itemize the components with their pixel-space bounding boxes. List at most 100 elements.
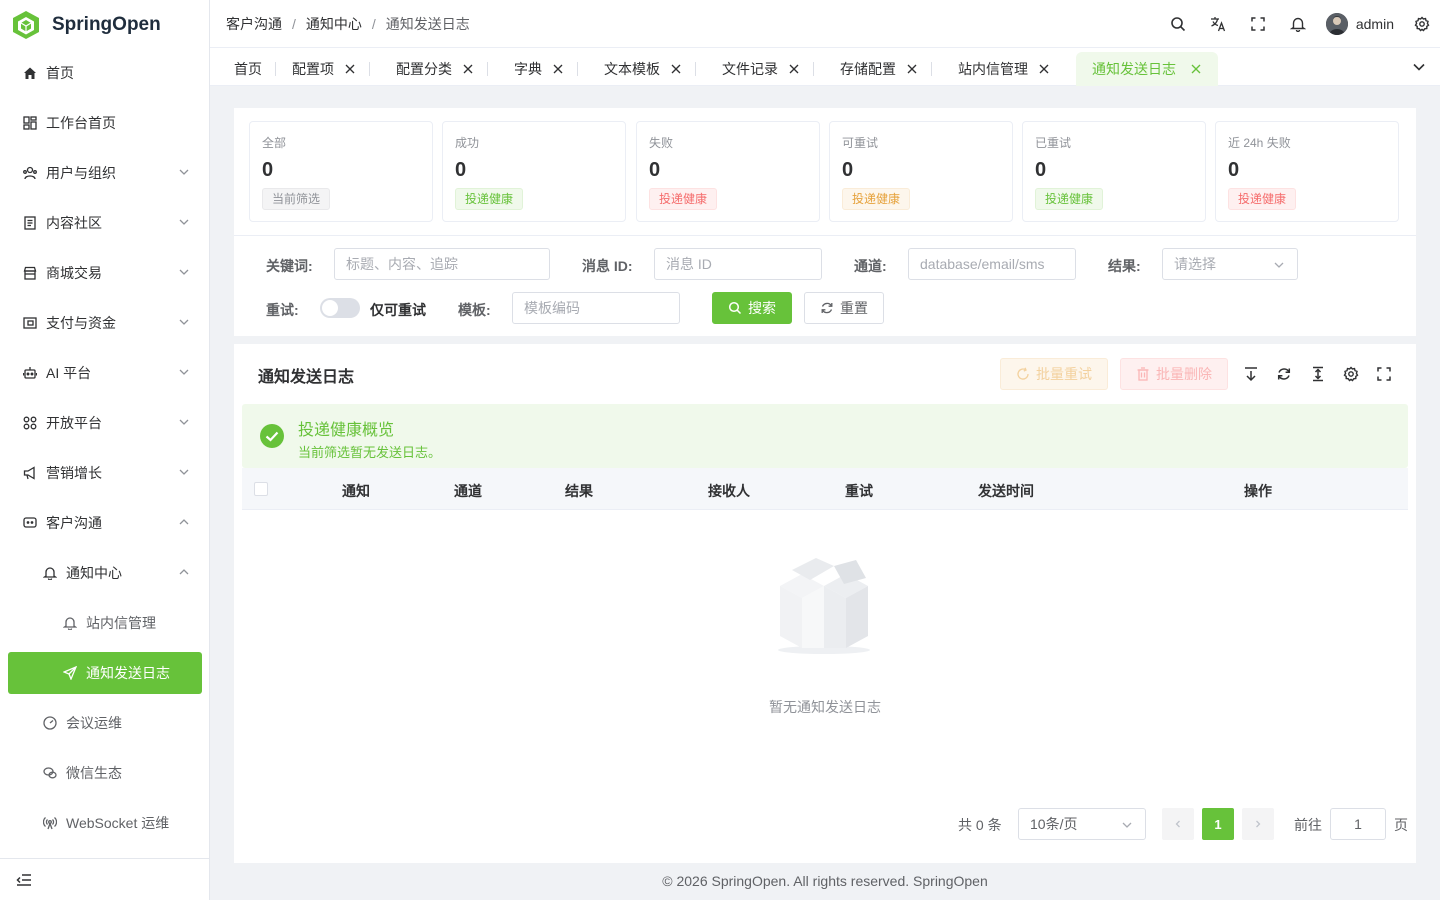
gear-icon[interactable] — [1343, 366, 1359, 382]
template-input[interactable] — [512, 292, 680, 324]
home-icon — [22, 65, 38, 81]
tab-inbox-manage[interactable]: 站内信管理 — [944, 52, 1064, 86]
close-icon[interactable] — [552, 63, 564, 75]
reset-button[interactable]: 重置 — [804, 292, 884, 324]
goto-page-input[interactable]: 1 — [1330, 808, 1386, 840]
tab-home[interactable]: 首页 — [220, 52, 276, 86]
collapse-icon — [16, 873, 31, 886]
search-button-label: 搜索 — [748, 300, 776, 316]
refresh-icon[interactable] — [1276, 366, 1292, 382]
chevron-down-icon — [1122, 822, 1132, 828]
column-header-recipient[interactable]: 接收人 — [708, 481, 750, 501]
fullscreen-button[interactable] — [1238, 0, 1278, 48]
sidebar-item-wechat[interactable]: 微信生态 — [0, 748, 210, 798]
alert-description: 当前筛选暂无发送日志。 — [298, 445, 442, 460]
stat-label: 成功 — [455, 136, 480, 150]
batch-retry-button[interactable]: 批量重试 — [1000, 358, 1108, 390]
stat-label: 失败 — [649, 136, 674, 150]
close-icon[interactable] — [906, 63, 918, 75]
sidebar-item-websocket[interactable]: WebSocket 运维 — [0, 798, 210, 848]
close-icon[interactable] — [344, 63, 356, 75]
tab-label: 字典 — [514, 61, 542, 77]
page-number-current[interactable]: 1 — [1202, 808, 1234, 840]
page-size-value: 10条/页 — [1030, 816, 1078, 832]
select-all-checkbox[interactable] — [254, 482, 268, 496]
tabs-bar: 首页 配置项 配置分类 字典 文本模板 文件记录 存储配置 站内信管理 通知发送… — [210, 48, 1440, 86]
result-select[interactable]: 请选择 — [1162, 248, 1298, 280]
breadcrumb-current: 通知发送日志 — [385, 15, 470, 32]
next-page-button[interactable] — [1242, 808, 1274, 840]
close-icon[interactable] — [1190, 63, 1202, 75]
stat-tag: 投递健康 — [649, 188, 718, 210]
avatar — [1325, 13, 1348, 35]
column-header-actions: 操作 — [1244, 483, 1272, 499]
switch-knob — [322, 300, 338, 316]
keyword-input[interactable] — [334, 248, 550, 280]
sidebar-item-notify-log[interactable]: 通知发送日志 — [8, 652, 202, 694]
wallet-icon — [22, 315, 38, 331]
msgid-input[interactable] — [654, 248, 822, 280]
tab-file-record[interactable]: 文件记录 — [708, 52, 814, 86]
breadcrumb-item[interactable]: 通知中心 — [306, 14, 362, 34]
collapse-sidebar-button[interactable] — [0, 858, 210, 900]
search-button[interactable]: 搜索 — [712, 292, 792, 324]
stat-label: 近 24h 失败 — [1228, 136, 1291, 150]
channel-input[interactable] — [908, 248, 1076, 280]
tab-config-item[interactable]: 配置项 — [278, 52, 370, 86]
sidebar-item-marketing[interactable]: 营销增长 — [0, 448, 210, 498]
refresh-icon — [821, 302, 833, 314]
tab-divider — [369, 62, 370, 76]
density-icon[interactable] — [1310, 366, 1326, 382]
export-icon[interactable] — [1243, 366, 1259, 382]
language-button[interactable] — [1198, 0, 1238, 48]
tab-notify-log[interactable]: 通知发送日志 — [1076, 52, 1218, 86]
fullscreen-icon[interactable] — [1376, 366, 1392, 382]
close-icon[interactable] — [670, 63, 682, 75]
sidebar-item-payment[interactable]: 支付与资金 — [0, 298, 210, 348]
result-label: 结果: — [1108, 258, 1141, 274]
close-icon[interactable] — [1038, 63, 1050, 75]
close-icon[interactable] — [788, 63, 800, 75]
retry-only-switch[interactable] — [320, 298, 360, 318]
sidebar-item-users[interactable]: 用户与组织 — [0, 148, 210, 198]
breadcrumb-item[interactable]: 客户沟通 — [226, 14, 282, 34]
sidebar-item-customer-comm[interactable]: 客户沟通 — [0, 498, 210, 548]
batch-delete-button[interactable]: 批量删除 — [1120, 358, 1228, 390]
prev-page-button[interactable] — [1162, 808, 1194, 840]
sidebar-item-label: AI 平台 — [46, 365, 92, 381]
sidebar-item-home[interactable]: 首页 — [0, 48, 210, 98]
column-header-send-time[interactable]: 发送时间 — [978, 481, 1034, 501]
user-menu[interactable]: admin — [1325, 13, 1394, 35]
stat-value: 0 — [455, 159, 467, 181]
refresh-icon — [1017, 367, 1029, 380]
column-header-notification[interactable]: 通知 — [342, 481, 370, 501]
sidebar-item-inbox-manage[interactable]: 站内信管理 — [0, 598, 210, 648]
sidebar-item-workbench[interactable]: 工作台首页 — [0, 98, 210, 148]
tab-config-category[interactable]: 配置分类 — [382, 52, 488, 86]
stat-tag: 投递健康 — [1228, 188, 1297, 210]
tab-text-template[interactable]: 文本模板 — [590, 52, 696, 86]
notifications-button[interactable] — [1278, 0, 1318, 48]
sidebar-item-label: 工作台首页 — [46, 115, 116, 131]
page-size-select[interactable]: 10条/页 — [1018, 808, 1146, 840]
column-header-result[interactable]: 结果 — [565, 481, 593, 501]
search-button[interactable] — [1158, 0, 1198, 48]
logo[interactable]: SpringOpen — [0, 0, 209, 50]
sidebar-item-open-platform[interactable]: 开放平台 — [0, 398, 210, 448]
tab-label: 文件记录 — [722, 61, 778, 77]
tab-label: 文本模板 — [604, 61, 660, 77]
column-header-retry[interactable]: 重试 — [845, 481, 873, 501]
sidebar-item-content[interactable]: 内容社区 — [0, 198, 210, 248]
close-icon[interactable] — [462, 63, 474, 75]
settings-button[interactable] — [1404, 0, 1440, 48]
column-header-channel[interactable]: 通道 — [454, 481, 482, 501]
sidebar-item-meeting-ops[interactable]: 会议运维 — [0, 698, 210, 748]
tab-storage-config[interactable]: 存储配置 — [826, 52, 932, 86]
tab-label: 配置项 — [292, 61, 334, 77]
tab-dictionary[interactable]: 字典 — [500, 52, 578, 86]
sidebar-item-notify-center[interactable]: 通知中心 — [0, 548, 210, 598]
sidebar-item-ai[interactable]: AI 平台 — [0, 348, 210, 398]
chevron-down-icon[interactable] — [1412, 60, 1426, 74]
sidebar-item-mall[interactable]: 商城交易 — [0, 248, 210, 298]
sidebar-item-label: 营销增长 — [46, 465, 102, 481]
